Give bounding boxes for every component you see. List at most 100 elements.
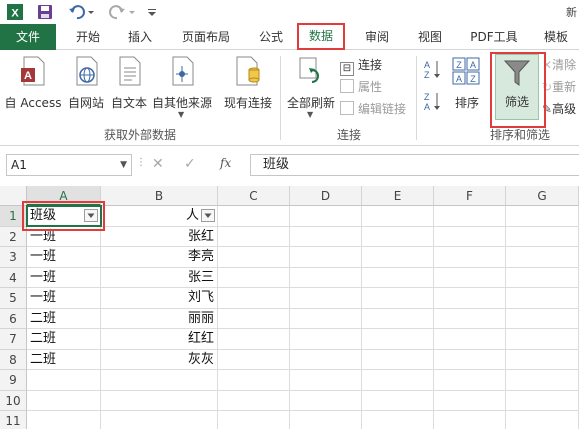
cell-d7[interactable] — [290, 329, 362, 350]
from-web-button[interactable]: 自网站 — [64, 54, 108, 124]
cell-e9[interactable] — [362, 370, 434, 391]
cell-d3[interactable] — [290, 247, 362, 268]
cell-e5[interactable] — [362, 288, 434, 309]
resize-handle-icon[interactable]: ⋮ — [136, 157, 146, 168]
cell-e2[interactable] — [362, 226, 434, 247]
row-header[interactable]: 11 — [0, 411, 27, 429]
tab-home[interactable]: 开始 — [66, 24, 110, 50]
cell-g9[interactable] — [506, 370, 579, 391]
cell-b6[interactable]: 丽丽 — [101, 308, 218, 329]
cell-c7[interactable] — [218, 329, 290, 350]
cell-a7[interactable]: 二班 — [27, 329, 101, 350]
tab-formulas[interactable]: 公式 — [250, 24, 292, 50]
cell-a8[interactable]: 二班 — [27, 349, 101, 370]
cell-d5[interactable] — [290, 288, 362, 309]
cell-b2[interactable]: 张红 — [101, 226, 218, 247]
cell-a4[interactable]: 一班 — [27, 267, 101, 288]
cell-b4[interactable]: 张三 — [101, 267, 218, 288]
cell-b8[interactable]: 灰灰 — [101, 349, 218, 370]
column-header-f[interactable]: F — [434, 186, 506, 206]
cell-a5[interactable]: 一班 — [27, 288, 101, 309]
formula-input[interactable]: 班级 — [250, 154, 579, 176]
cell-a6[interactable]: 二班 — [27, 308, 101, 329]
properties-button[interactable]: 属性 — [340, 78, 382, 95]
cell-f3[interactable] — [434, 247, 506, 268]
insert-function-icon[interactable]: fx — [220, 156, 231, 170]
cell-e6[interactable] — [362, 308, 434, 329]
sort-button[interactable]: Z A A Z 排序 — [448, 54, 486, 124]
from-access-button[interactable]: A 自 Access — [2, 54, 64, 124]
cell-a10[interactable] — [27, 390, 101, 411]
cell-d6[interactable] — [290, 308, 362, 329]
cell-b11[interactable] — [101, 411, 218, 429]
row-header[interactable]: 5 — [0, 288, 27, 309]
column-header-g[interactable]: G — [506, 186, 579, 206]
tab-pdf-tools[interactable]: PDF工具 — [462, 24, 526, 50]
cell-c3[interactable] — [218, 247, 290, 268]
tab-page-layout[interactable]: 页面布局 — [174, 24, 238, 50]
cancel-icon[interactable]: ✕ — [152, 156, 164, 172]
column-header-b[interactable]: B — [101, 186, 218, 206]
row-header[interactable]: 3 — [0, 247, 27, 268]
refresh-all-button[interactable]: 全部刷新 ▼ — [284, 54, 338, 124]
cell-g5[interactable] — [506, 288, 579, 309]
row-header[interactable]: 6 — [0, 308, 27, 329]
cell-c10[interactable] — [218, 390, 290, 411]
advanced-filter-button[interactable]: ✎高级 — [542, 100, 576, 117]
cell-f8[interactable] — [434, 349, 506, 370]
cell-e11[interactable] — [362, 411, 434, 429]
cell-a9[interactable] — [27, 370, 101, 391]
save-icon[interactable] — [36, 3, 54, 21]
cell-g7[interactable] — [506, 329, 579, 350]
sort-ascending-button[interactable]: AZ — [422, 58, 444, 80]
tab-view[interactable]: 视图 — [408, 24, 452, 50]
cell-g10[interactable] — [506, 390, 579, 411]
cell-f7[interactable] — [434, 329, 506, 350]
cell-e4[interactable] — [362, 267, 434, 288]
cell-e10[interactable] — [362, 390, 434, 411]
cell-f6[interactable] — [434, 308, 506, 329]
cell-d4[interactable] — [290, 267, 362, 288]
cell-g6[interactable] — [506, 308, 579, 329]
row-header[interactable]: 10 — [0, 390, 27, 411]
redo-dropdown-icon[interactable] — [127, 3, 137, 21]
from-text-button[interactable]: 自文本 — [108, 54, 150, 124]
existing-connections-button[interactable]: 现有连接 — [220, 54, 276, 124]
cell-f2[interactable] — [434, 226, 506, 247]
cell-f11[interactable] — [434, 411, 506, 429]
row-header[interactable]: 9 — [0, 370, 27, 391]
cell-f9[interactable] — [434, 370, 506, 391]
connections-button[interactable]: ⊟ 连接 — [340, 56, 382, 76]
row-header[interactable]: 8 — [0, 349, 27, 370]
cell-g3[interactable] — [506, 247, 579, 268]
cell-f5[interactable] — [434, 288, 506, 309]
cell-b5[interactable]: 刘飞 — [101, 288, 218, 309]
cell-d11[interactable] — [290, 411, 362, 429]
cell-c5[interactable] — [218, 288, 290, 309]
undo-icon[interactable] — [68, 3, 86, 21]
cell-f1[interactable] — [434, 206, 506, 227]
column-header-d[interactable]: D — [290, 186, 362, 206]
customize-icon[interactable] — [146, 3, 158, 21]
undo-dropdown-icon[interactable] — [86, 3, 96, 21]
cell-g2[interactable] — [506, 226, 579, 247]
cell-d9[interactable] — [290, 370, 362, 391]
cell-a3[interactable]: 一班 — [27, 247, 101, 268]
tab-insert[interactable]: 插入 — [118, 24, 162, 50]
filter-dropdown-b[interactable] — [201, 209, 215, 222]
cell-g4[interactable] — [506, 267, 579, 288]
tab-data[interactable]: 数据 — [297, 23, 345, 50]
cell-c2[interactable] — [218, 226, 290, 247]
redo-icon[interactable] — [108, 3, 126, 21]
cell-e3[interactable] — [362, 247, 434, 268]
cell-e8[interactable] — [362, 349, 434, 370]
column-header-c[interactable]: C — [218, 186, 290, 206]
cell-c4[interactable] — [218, 267, 290, 288]
tab-templates[interactable]: 模板 — [534, 24, 578, 50]
row-header[interactable]: 7 — [0, 329, 27, 350]
cell-b9[interactable] — [101, 370, 218, 391]
cell-f4[interactable] — [434, 267, 506, 288]
clear-filter-button[interactable]: ✕清除 — [542, 56, 576, 73]
from-other-sources-button[interactable]: 自其他来源 ▼ — [150, 54, 214, 124]
cell-e7[interactable] — [362, 329, 434, 350]
